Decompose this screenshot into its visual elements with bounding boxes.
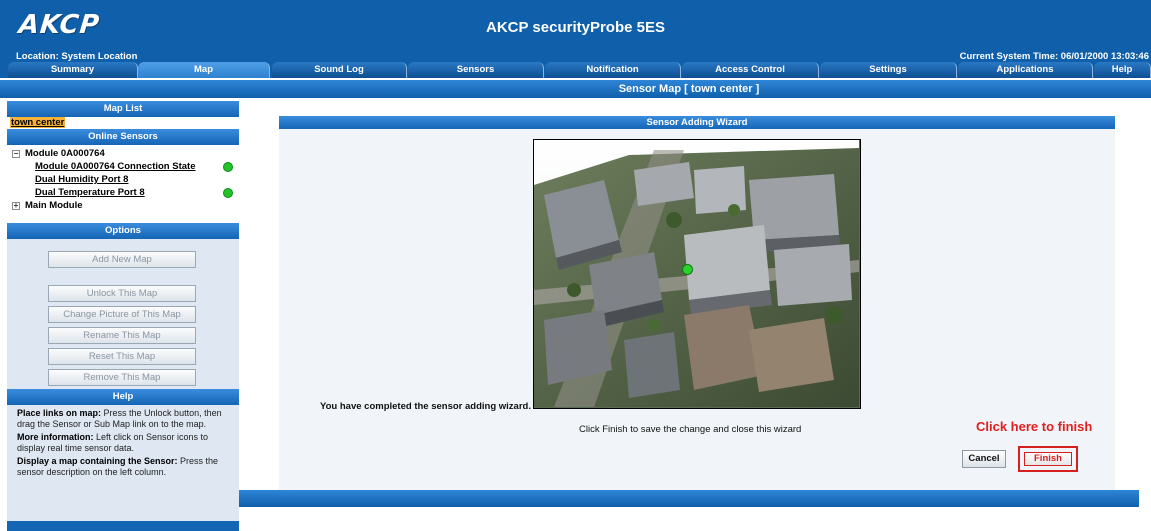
reset-map-button[interactable]: Reset This Map — [48, 348, 196, 365]
main-nav-tabs: Summary Map Sound Log Sensors Notificati… — [0, 62, 1151, 78]
remove-map-button[interactable]: Remove This Map — [48, 369, 196, 386]
sensor-label: Module 0A000764 Connection State — [35, 161, 196, 172]
help-text: Display a map containing the Sensor: Pre… — [17, 456, 219, 477]
completed-message: You have completed the sensor adding wiz… — [320, 401, 531, 412]
tree-module: − Module 0A000764 — [7, 147, 239, 160]
tab-applications[interactable]: Applications — [958, 62, 1093, 78]
status-online-icon — [223, 162, 233, 172]
sensor-tree: − Module 0A000764 Module 0A000764 Connec… — [7, 145, 239, 223]
sensor-map-image[interactable] — [533, 139, 861, 409]
online-sensors-heading: Online Sensors — [7, 129, 239, 145]
sensor-link[interactable]: Module 0A000764 Connection State — [7, 160, 239, 173]
finish-instruction: Click Finish to save the change and clos… — [579, 424, 802, 435]
change-picture-button[interactable]: Change Picture of This Map — [48, 306, 196, 323]
finish-highlight-box: Finish — [1018, 446, 1078, 472]
tab-sound-log[interactable]: Sound Log — [272, 62, 407, 78]
help-text: Place links on map: Press the Unlock but… — [17, 408, 222, 429]
tab-summary[interactable]: Summary — [8, 62, 138, 78]
app-header: AKCP AKCP securityProbe 5ES Location: Sy… — [0, 0, 1151, 62]
tree-main-module: + Main Module — [7, 199, 239, 212]
tab-settings[interactable]: Settings — [820, 62, 957, 78]
add-new-map-button[interactable]: Add New Map — [48, 251, 196, 268]
unlock-map-button[interactable]: Unlock This Map — [48, 285, 196, 302]
product-title: AKCP securityProbe 5ES — [486, 19, 665, 36]
collapse-icon[interactable]: − — [12, 150, 20, 158]
module-label: Module 0A000764 — [25, 148, 105, 159]
system-time: Current System Time: 06/01/2000 13:03:46 — [959, 51, 1149, 62]
tab-help[interactable]: Help — [1094, 62, 1151, 78]
system-location: Location: System Location — [16, 51, 138, 62]
main-module-label: Main Module — [25, 200, 83, 211]
tab-map[interactable]: Map — [138, 62, 270, 78]
sensor-label: Dual Temperature Port 8 — [35, 187, 145, 198]
wizard-title: Sensor Adding Wizard — [279, 116, 1115, 129]
map-link-town-center[interactable]: town center — [10, 117, 66, 128]
cancel-button[interactable]: Cancel — [962, 450, 1006, 468]
help-heading: Help — [7, 389, 239, 405]
map-list: town center — [7, 117, 239, 129]
help-panel: Place links on map: Press the Unlock but… — [7, 405, 239, 478]
options-heading: Options — [7, 223, 239, 239]
finish-button[interactable]: Finish — [1024, 452, 1072, 466]
tab-notification[interactable]: Notification — [545, 62, 681, 78]
map-list-heading: Map List — [7, 101, 239, 117]
options-panel: Add New Map Unlock This Map Change Pictu… — [7, 239, 239, 389]
status-online-icon — [223, 188, 233, 198]
sensor-link[interactable]: Dual Temperature Port 8 — [7, 186, 239, 199]
sensor-marker-icon[interactable] — [682, 264, 693, 275]
sidebar-footer-bar — [7, 521, 239, 531]
page-title: Sensor Map [ town center ] — [0, 80, 1151, 98]
sidebar: Map List town center Online Sensors − Mo… — [7, 101, 239, 531]
wizard-panel: Sensor Adding Wizard You have completed … — [279, 116, 1115, 490]
sensor-label: Dual Humidity Port 8 — [35, 174, 129, 185]
content-footer-bar — [239, 490, 1139, 507]
help-text: More information: Left click on Sensor i… — [17, 432, 209, 453]
tab-sensors[interactable]: Sensors — [408, 62, 544, 78]
rename-map-button[interactable]: Rename This Map — [48, 327, 196, 344]
expand-icon[interactable]: + — [12, 202, 20, 210]
finish-callout: Click here to finish — [976, 419, 1093, 434]
town-center-aerial-image — [534, 140, 859, 407]
tab-access-control[interactable]: Access Control — [682, 62, 819, 78]
sensor-link[interactable]: Dual Humidity Port 8 — [7, 173, 239, 186]
